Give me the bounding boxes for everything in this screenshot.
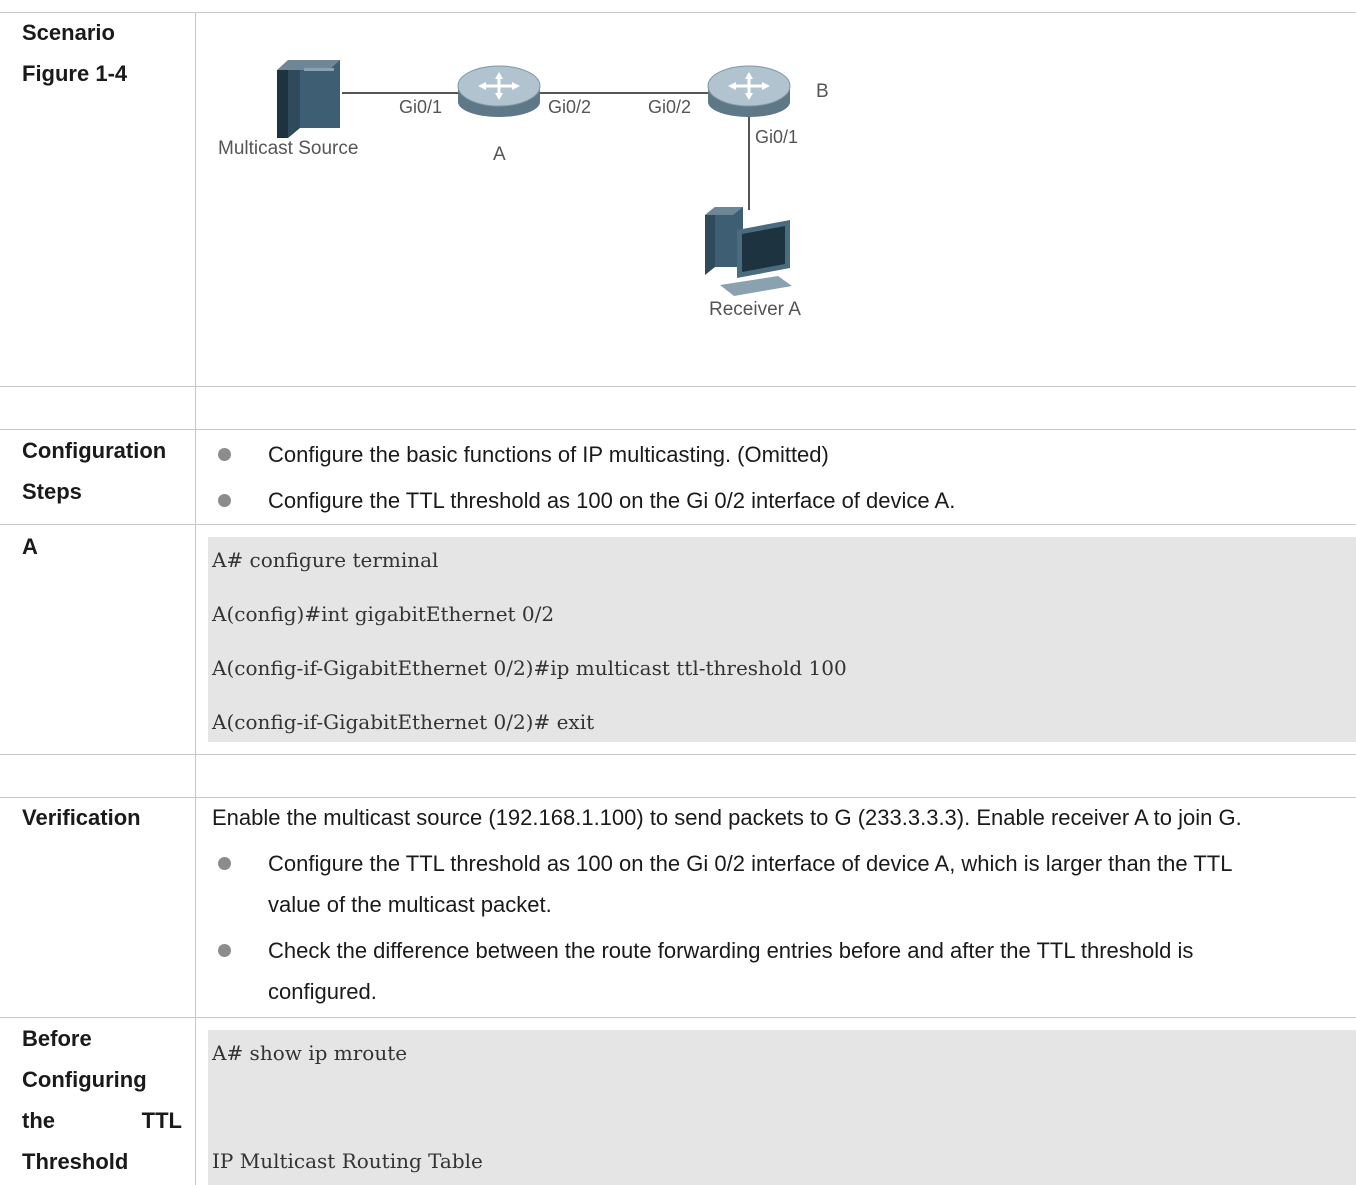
verification-item-line: value of the multicast packet. bbox=[268, 892, 552, 917]
router-b-icon bbox=[707, 65, 791, 117]
before-label-line4: Threshold bbox=[22, 1149, 129, 1174]
verification-item-line: Check the difference between the route f… bbox=[268, 938, 1194, 963]
pc-icon bbox=[705, 207, 792, 296]
port-b-gi0-1-label: Gi0/1 bbox=[755, 127, 798, 147]
row-divider-verification bbox=[0, 1017, 1356, 1018]
before-label-line1: Before bbox=[22, 1026, 92, 1051]
before-code-block: A# show ip mroute IP Multicast Routing T… bbox=[208, 1030, 1356, 1185]
before-label-line3: the TTL bbox=[22, 1100, 182, 1141]
scenario-label-line1: Scenario bbox=[22, 20, 115, 45]
row-divider-steps bbox=[0, 524, 1356, 525]
receiver-label: Receiver A bbox=[709, 299, 801, 320]
row-divider-device-a bbox=[0, 754, 1356, 755]
port-b-gi0-2-label: Gi0/2 bbox=[648, 97, 691, 117]
before-label-word-ttl: TTL bbox=[141, 1108, 182, 1133]
verification-item-line: Configure the TTL threshold as 100 on th… bbox=[268, 843, 1352, 884]
config-step-item: Configure the basic functions of IP mult… bbox=[268, 442, 829, 467]
scenario-label: Scenario Figure 1-4 bbox=[22, 12, 182, 94]
verification-label-text: Verification bbox=[22, 805, 141, 830]
code-line: A# configure terminal bbox=[212, 548, 439, 572]
config-step-item: Configure the TTL threshold as 100 on th… bbox=[268, 488, 956, 513]
before-config-label: Before Configuring the TTL Threshold bbox=[22, 1018, 182, 1182]
before-label-line2: Configuring bbox=[22, 1067, 147, 1092]
verification-intro: Enable the multicast source (192.168.1.1… bbox=[212, 805, 1242, 830]
verification-item-text: Configure the TTL threshold as 100 on th… bbox=[268, 851, 1233, 876]
router-a-label: A bbox=[493, 144, 506, 165]
router-b-label: B bbox=[816, 81, 829, 102]
network-topology-diagram: Multicast Source A B Receiver A Gi0/1 Gi… bbox=[218, 60, 829, 320]
bullet-icon bbox=[218, 944, 231, 957]
router-a-icon bbox=[457, 65, 541, 117]
code-line: A# show ip mroute bbox=[212, 1041, 408, 1065]
verification-item-line: configured. bbox=[268, 979, 377, 1004]
port-a-gi0-2-label: Gi0/2 bbox=[548, 97, 591, 117]
device-a-label-text: A bbox=[22, 534, 38, 559]
config-steps-label-line1: Configuration bbox=[22, 438, 167, 463]
row-divider-scenario bbox=[0, 386, 1356, 387]
source-label: Multicast Source bbox=[218, 138, 358, 159]
column-divider bbox=[195, 12, 196, 1185]
bullet-icon bbox=[218, 857, 231, 870]
bullet-icon bbox=[218, 448, 231, 461]
code-line: IP Multicast Routing Table bbox=[212, 1149, 483, 1173]
code-line: A(config-if-GigabitEthernet 0/2)#ip mult… bbox=[212, 656, 847, 680]
before-label-word-the: the bbox=[22, 1108, 55, 1133]
port-a-gi0-1-label: Gi0/1 bbox=[399, 97, 442, 117]
config-steps-label-line2: Steps bbox=[22, 479, 82, 504]
code-line: A(config-if-GigabitEthernet 0/2)# exit bbox=[212, 710, 595, 734]
row-divider-spacer1 bbox=[0, 429, 1356, 430]
code-line: A(config)#int gigabitEthernet 0/2 bbox=[212, 602, 555, 626]
config-steps-label: Configuration Steps bbox=[22, 430, 182, 512]
bullet-icon bbox=[218, 494, 231, 507]
server-icon bbox=[277, 60, 340, 138]
figure-label: Figure 1-4 bbox=[22, 61, 128, 86]
row-divider-top bbox=[0, 12, 1356, 13]
device-a-code-block: A# configure terminal A(config)#int giga… bbox=[208, 537, 1356, 742]
device-a-label: A bbox=[22, 526, 182, 567]
verification-label: Verification bbox=[22, 797, 182, 838]
